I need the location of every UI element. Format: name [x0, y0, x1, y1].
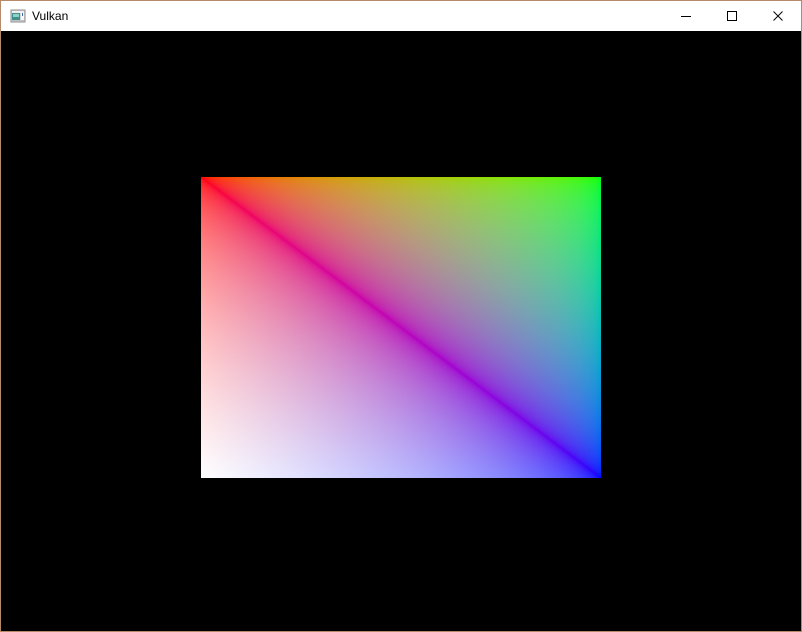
- app-icon[interactable]: [10, 8, 26, 24]
- minimize-icon: [681, 11, 691, 21]
- vulkan-render-quad: [201, 177, 601, 478]
- client-area: [1, 31, 801, 631]
- window-title: Vulkan: [32, 9, 68, 23]
- titlebar[interactable]: Vulkan: [1, 1, 801, 31]
- maximize-icon: [727, 11, 737, 21]
- vulkan-window: Vulkan: [0, 0, 802, 632]
- close-button[interactable]: [755, 1, 801, 31]
- maximize-button[interactable]: [709, 1, 755, 31]
- minimize-button[interactable]: [663, 1, 709, 31]
- close-icon: [773, 11, 783, 21]
